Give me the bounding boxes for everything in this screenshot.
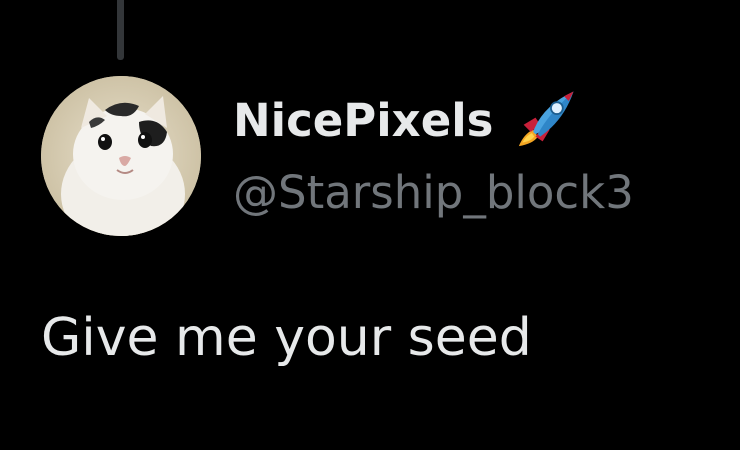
rocket-icon bbox=[519, 91, 574, 147]
author-display-name[interactable]: NicePixels bbox=[233, 94, 493, 147]
tweet-text: Give me your seed bbox=[41, 308, 532, 368]
cat-avatar-image bbox=[41, 76, 201, 236]
author-handle[interactable]: @Starship_block3 bbox=[233, 166, 634, 219]
thread-connector-line bbox=[117, 0, 124, 60]
author-name-row[interactable]: NicePixels bbox=[233, 84, 583, 156]
avatar[interactable] bbox=[41, 76, 201, 236]
